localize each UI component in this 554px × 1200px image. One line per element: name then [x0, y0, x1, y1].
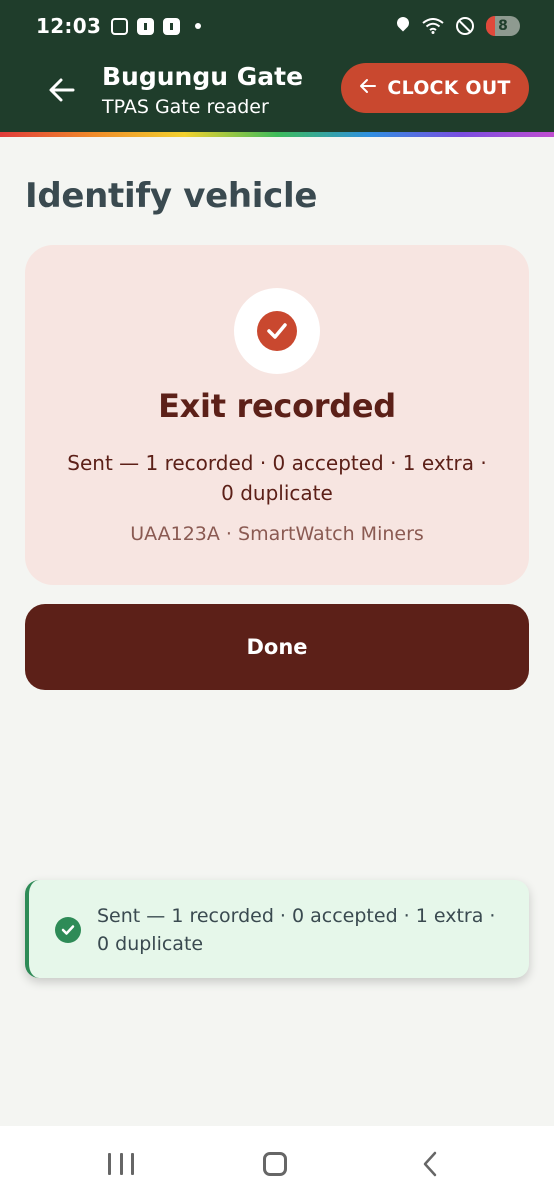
battery-indicator: 8: [486, 16, 520, 36]
app-subtitle: TPAS Gate reader: [102, 96, 269, 118]
toast-notification: Sent — 1 recorded · 0 accepted · 1 extra…: [25, 880, 529, 978]
done-button[interactable]: Done: [25, 604, 529, 690]
clock-out-label: CLOCK OUT: [387, 77, 511, 99]
system-nav-bar: [0, 1126, 554, 1200]
do-not-disturb-icon: [456, 17, 474, 35]
result-card: Exit recorded Sent — 1 recorded · 0 acce…: [25, 245, 529, 585]
battery-level: 8: [498, 18, 508, 34]
rainbow-divider: [0, 132, 554, 137]
back-icon[interactable]: [420, 1151, 442, 1177]
result-title: Exit recorded: [158, 387, 396, 425]
clock-out-button[interactable]: CLOCK OUT: [341, 63, 529, 113]
check-circle-icon: [234, 288, 320, 374]
dot-icon: [195, 23, 202, 29]
check-circle-icon: [55, 917, 81, 943]
wifi-icon: [422, 18, 444, 34]
status-notification-icons: [111, 17, 202, 35]
page-title: Identify vehicle: [25, 176, 318, 216]
screenshot-icon: [111, 17, 129, 35]
arrow-left-icon: [359, 77, 377, 99]
camera-icon: [137, 17, 155, 35]
status-time: 12:03: [36, 14, 102, 38]
recents-icon[interactable]: [108, 1153, 134, 1175]
arrow-left-icon[interactable]: [46, 74, 78, 106]
location-icon: [396, 17, 410, 35]
home-icon[interactable]: [263, 1152, 287, 1176]
result-detail: Sent — 1 recorded · 0 accepted · 1 extra…: [67, 451, 487, 505]
result-meta: UAA123A · SmartWatch Miners: [130, 523, 424, 545]
app-title: Bugungu Gate: [102, 62, 304, 91]
done-button-label: Done: [246, 635, 308, 659]
app-bar: Bugungu Gate TPAS Gate reader CLOCK OUT: [0, 52, 554, 134]
toast-message: Sent — 1 recorded · 0 accepted · 1 extra…: [97, 905, 496, 955]
status-bar: 12:03 8: [0, 0, 554, 52]
status-system-icons: 8: [396, 16, 520, 36]
alert-icon: [163, 17, 181, 35]
